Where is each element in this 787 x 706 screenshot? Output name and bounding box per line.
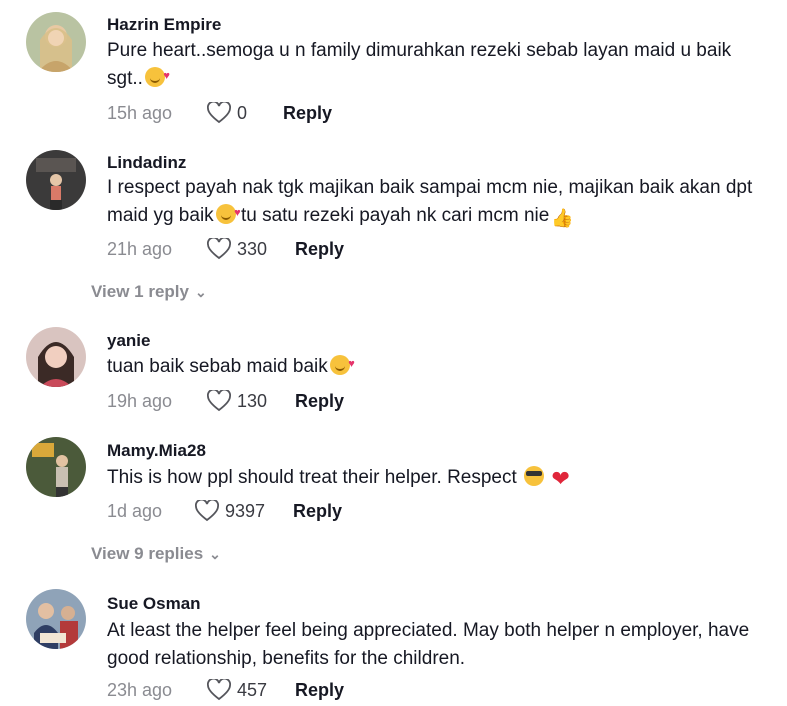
smiling-face-with-hearts-icon <box>144 62 170 90</box>
comment-meta: 21h ago 330 Reply <box>107 237 344 261</box>
comment-timestamp: 1d ago <box>107 500 163 521</box>
heart-outline-icon <box>207 102 231 124</box>
comment-text-part: tuan baik sebab maid baik <box>107 356 328 377</box>
comment-timestamp: 19h ago <box>107 390 173 411</box>
smiling-face-with-sunglasses-icon <box>524 466 545 486</box>
like-button[interactable]: 330 <box>207 238 267 260</box>
view-replies-label: View 1 reply <box>91 282 189 301</box>
reply-button[interactable]: Reply <box>293 501 342 522</box>
like-button[interactable]: 457 <box>207 679 267 701</box>
comment-text: tuan baik sebab maid baik <box>107 350 757 381</box>
like-count: 330 <box>237 238 268 259</box>
thumbs-up-icon: 👍 <box>551 208 574 228</box>
heart-outline-icon <box>207 238 231 260</box>
comment-text: This is how ppl should treat their helpe… <box>107 464 757 492</box>
red-heart-icon: ❤ <box>551 466 570 491</box>
avatar[interactable] <box>26 12 86 72</box>
comment-text-part: At least the helper feel being appreciat… <box>107 620 750 669</box>
comment-text: I respect payah nak tgk majikan baik sam… <box>107 174 757 230</box>
chevron-down-icon: ⌄ <box>194 283 207 300</box>
chevron-down-icon: ⌄ <box>209 545 221 562</box>
avatar[interactable] <box>26 327 86 387</box>
comment-text-part: tu satu rezeki payah nk cari mcm nie <box>235 205 550 226</box>
comment-text-part: This is how ppl should treat their helpe… <box>107 467 517 488</box>
avatar[interactable] <box>26 150 86 210</box>
comment-meta: 23h ago 457 Reply <box>107 678 344 702</box>
like-count: 0 <box>237 102 248 123</box>
like-count: 9397 <box>225 500 266 521</box>
like-count: 457 <box>237 679 268 700</box>
comment-meta: 1d ago 9397 Reply <box>107 499 342 523</box>
avatar[interactable] <box>26 589 86 649</box>
comment-timestamp: 23h ago <box>107 679 173 700</box>
reply-button[interactable]: Reply <box>295 391 344 412</box>
comment-username[interactable]: Hazrin Empire <box>107 15 221 35</box>
like-button[interactable]: 130 <box>207 390 267 412</box>
heart-outline-icon <box>195 500 219 522</box>
smiling-face-with-hearts-icon <box>215 199 241 227</box>
view-replies-label: View 9 replies <box>91 544 204 563</box>
comment-timestamp: 21h ago <box>107 238 173 259</box>
comment-username[interactable]: yanie <box>107 331 150 351</box>
heart-outline-icon <box>207 390 231 412</box>
comment-text: At least the helper feel being appreciat… <box>107 617 757 673</box>
comment-meta: 15h ago 0 Reply <box>107 101 332 125</box>
reply-button[interactable]: Reply <box>283 103 332 124</box>
comment-text: Pure heart..semoga u n family dimurahkan… <box>107 37 757 93</box>
like-count: 130 <box>237 390 268 411</box>
avatar[interactable] <box>26 437 86 497</box>
view-replies-button[interactable]: View 9 replies ⌄ <box>91 544 221 564</box>
view-replies-button[interactable]: View 1 reply ⌄ <box>91 282 207 302</box>
like-button[interactable]: 0 <box>207 102 247 124</box>
reply-button[interactable]: Reply <box>295 239 344 260</box>
comment-text-part: Pure heart..semoga u n family dimurahkan… <box>107 40 732 89</box>
heart-outline-icon <box>207 679 231 701</box>
reply-button[interactable]: Reply <box>295 680 344 701</box>
comment-username[interactable]: Lindadinz <box>107 153 186 173</box>
comment-meta: 19h ago 130 Reply <box>107 389 344 413</box>
like-button[interactable]: 9397 <box>195 500 265 522</box>
smiling-face-with-hearts-icon <box>329 350 355 378</box>
comment-timestamp: 15h ago <box>107 102 173 123</box>
comment-username[interactable]: Sue Osman <box>107 594 201 614</box>
comment-username[interactable]: Mamy.Mia28 <box>107 441 206 461</box>
